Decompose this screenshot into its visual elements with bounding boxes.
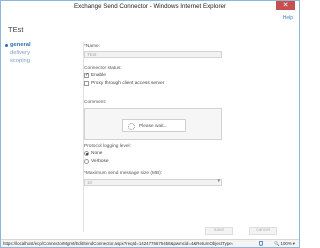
radio-none-label: None <box>91 151 103 156</box>
max-size-select[interactable]: 10 ▾ <box>84 179 222 186</box>
nav-item-label: delivery <box>10 50 30 56</box>
side-navigation: general delivery scoping <box>5 41 31 65</box>
enable-checkbox[interactable] <box>84 72 89 78</box>
loading-text: Please wait... <box>139 124 168 129</box>
browser-window: Exchange Send Connector - Windows Intern… <box>0 0 300 248</box>
max-size-value: 10 <box>87 180 93 185</box>
enable-label: Enable <box>91 73 106 78</box>
zoom-level: 100% <box>280 241 292 246</box>
help-link[interactable]: Help <box>283 15 293 21</box>
page-title: TEst <box>8 25 24 34</box>
nav-item-general[interactable]: general <box>5 41 31 49</box>
chevron-down-icon: ▾ <box>292 241 295 246</box>
window-title: Exchange Send Connector - Windows Intern… <box>73 3 227 10</box>
nav-item-label: general <box>10 42 31 48</box>
proxy-checkbox[interactable] <box>84 81 89 86</box>
nav-item-label: scoping <box>10 58 30 64</box>
proxy-label: Proxy through client access server <box>91 81 165 86</box>
zoom-icon: 🔍 <box>274 241 280 246</box>
zoom-control[interactable]: 🔍100%▾ <box>274 241 295 247</box>
form-panel: *Name: TEst Connector status: Enable Pro… <box>83 42 298 232</box>
comment-textarea[interactable]: Please wait... <box>84 108 222 140</box>
status-bar: https://localhost/ecp/ConnectorMgmt/Edit… <box>1 239 299 247</box>
max-size-label: *Maximum send message size (MB): <box>84 171 163 176</box>
status-url: https://localhost/ecp/ConnectorMgmt/Edit… <box>3 241 233 246</box>
spinner-icon <box>128 123 135 130</box>
name-field[interactable]: TEst <box>84 51 222 58</box>
name-label: *Name: <box>84 44 100 49</box>
save-button[interactable]: save <box>205 227 233 235</box>
title-bar: Exchange Send Connector - Windows Intern… <box>1 1 299 12</box>
loading-indicator: Please wait... <box>122 119 186 132</box>
nav-item-scoping[interactable]: scoping <box>5 57 31 65</box>
cancel-button[interactable]: cancel <box>249 227 277 235</box>
protocol-logging-label: Protocol logging level: <box>84 144 131 149</box>
nav-item-delivery[interactable]: delivery <box>5 49 31 57</box>
radio-none[interactable] <box>84 151 89 156</box>
radio-verbose[interactable] <box>84 159 89 164</box>
connector-status-label: Connector status: <box>84 66 122 71</box>
shield-icon <box>259 241 263 246</box>
active-bullet-icon <box>5 44 8 47</box>
comment-label: Comment: <box>84 100 107 105</box>
radio-verbose-label: Verbose <box>91 159 109 164</box>
chevron-down-icon: ▾ <box>217 178 220 184</box>
close-icon[interactable]: ✕ <box>276 1 295 10</box>
